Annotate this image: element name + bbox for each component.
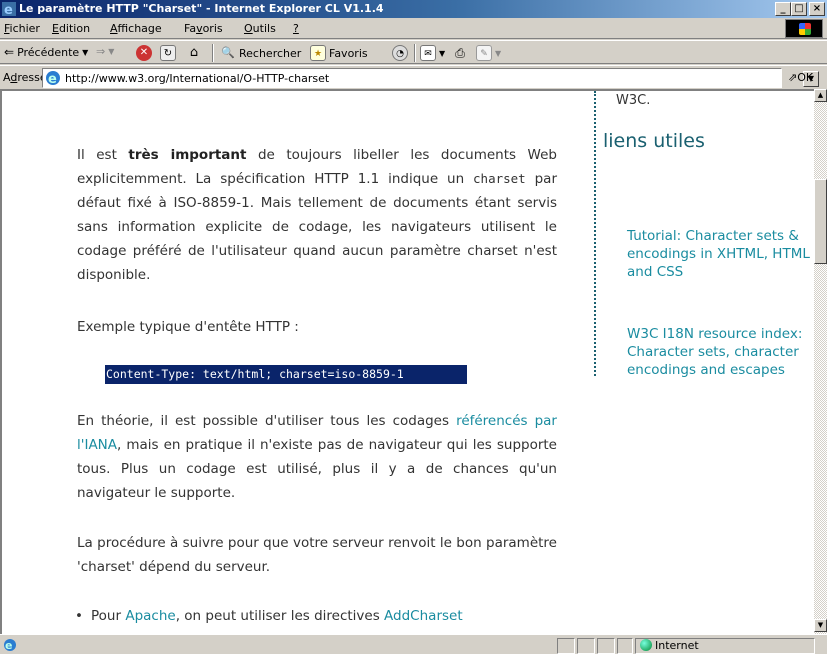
security-zone: Internet xyxy=(635,638,815,654)
menu-affichage[interactable]: Affichage xyxy=(110,22,162,35)
paragraph-iana: En théorie, il est possible d'utiliser t… xyxy=(77,413,557,501)
apache-link[interactable]: Apache xyxy=(125,608,175,624)
go-arrow-icon: ⇗ xyxy=(788,71,798,84)
code-example: Content-Type: text/html; charset=iso-885… xyxy=(105,365,467,384)
scroll-down-button[interactable]: ▼ xyxy=(814,619,827,632)
paragraph-charset-importance: Il est très important de toujours libell… xyxy=(77,147,558,283)
menu-favoris[interactable]: Favoris xyxy=(184,22,223,35)
close-button[interactable]: × xyxy=(809,2,825,16)
sidebar-link-resource-index[interactable]: W3C I18N resource index: Character sets,… xyxy=(627,325,817,379)
vertical-scrollbar[interactable]: ▲ ▼ xyxy=(814,89,827,634)
mail-button[interactable]: ✉ ▼ xyxy=(420,45,445,61)
chevron-down-icon: ▼ xyxy=(108,47,115,56)
window-title: Le paramètre HTTP "Charset" - Internet E… xyxy=(19,2,384,15)
chevron-down-icon: ▼ xyxy=(495,48,502,58)
paragraph-example-label: Exemple typique d'entête HTTP : xyxy=(77,319,299,335)
forward-button[interactable]: ⇒ ▼ xyxy=(96,45,114,58)
svg-text:e: e xyxy=(4,3,13,16)
scroll-up-button[interactable]: ▲ xyxy=(814,89,827,102)
sidebar: W3C. liens utiles Tutorial: Character se… xyxy=(594,91,824,379)
toolbar: ⇐ Précédente ▼ ⇒ ▼ ✕ ↻ ⌂ 🔍 Rechercher ★ … xyxy=(0,40,827,64)
print-button[interactable]: ⎙ xyxy=(452,45,468,61)
edit-icon: ✎ xyxy=(476,45,492,61)
favorites-icon: ★ xyxy=(310,45,326,61)
print-icon: ⎙ xyxy=(455,46,465,60)
paragraph-server-procedure: La procédure à suivre pour que votre ser… xyxy=(77,535,557,575)
address-bar: Adresse e http://www.w3.org/Internationa… xyxy=(0,65,827,89)
history-icon: ◔ xyxy=(392,45,408,61)
menu-fichier[interactable]: Fichier xyxy=(4,22,40,35)
page-status-icon: e xyxy=(4,639,16,652)
back-button[interactable]: ⇐ Précédente ▼ xyxy=(4,45,88,59)
favorites-button[interactable]: ★ Favoris xyxy=(310,45,368,61)
addcharset-link[interactable]: AddCharset xyxy=(384,608,463,624)
stop-icon: ✕ xyxy=(136,45,152,61)
status-cell xyxy=(577,638,595,654)
sidebar-title: liens utiles xyxy=(603,130,705,152)
maximize-button[interactable]: □ xyxy=(791,2,807,16)
status-cell xyxy=(597,638,615,654)
menu-edition[interactable]: Edition xyxy=(52,22,90,35)
go-button[interactable]: ⇗OK xyxy=(788,71,813,84)
chevron-down-icon: ▼ xyxy=(82,47,89,57)
list-item: Pour Apache, on peut utiliser les direct… xyxy=(75,604,463,628)
search-icon: 🔍 xyxy=(221,46,235,59)
minimize-button[interactable]: _ xyxy=(775,2,791,16)
svg-text:e: e xyxy=(48,72,57,86)
status-cell xyxy=(557,638,575,654)
mail-icon: ✉ xyxy=(420,45,436,61)
status-cell xyxy=(617,638,633,654)
menu-outils[interactable]: Outils xyxy=(244,22,276,35)
address-label: Adresse xyxy=(3,71,47,84)
page-icon: e xyxy=(46,71,60,86)
ie-icon: e xyxy=(2,2,16,16)
title-bar[interactable]: e Le paramètre HTTP "Charset" - Internet… xyxy=(0,0,827,18)
svg-text:e: e xyxy=(5,639,12,652)
home-button[interactable]: ⌂ xyxy=(186,45,202,61)
stop-button[interactable]: ✕ xyxy=(136,45,152,61)
history-button[interactable]: ◔ xyxy=(392,45,408,61)
scroll-thumb[interactable] xyxy=(814,179,827,264)
edit-button[interactable]: ✎ ▼ xyxy=(476,45,501,61)
menu-help[interactable]: ? xyxy=(293,22,299,35)
address-url: http://www.w3.org/International/O-HTTP-c… xyxy=(65,72,330,85)
page-content: Il est très important de toujours libell… xyxy=(0,89,827,634)
globe-icon xyxy=(640,639,652,651)
refresh-button[interactable]: ↻ xyxy=(160,45,176,61)
home-icon: ⌂ xyxy=(189,45,199,60)
back-arrow-icon: ⇐ xyxy=(4,45,15,59)
windows-logo-icon xyxy=(785,19,823,38)
refresh-icon: ↻ xyxy=(160,45,176,61)
chevron-down-icon: ▼ xyxy=(439,48,446,58)
menu-bar: Fichier Edition Affichage Favoris Outils… xyxy=(0,18,827,39)
status-bar: e Internet xyxy=(0,634,827,654)
forward-arrow-icon: ⇒ xyxy=(96,45,106,58)
address-input[interactable]: e http://www.w3.org/International/O-HTTP… xyxy=(42,68,819,88)
sidebar-top-text: W3C. xyxy=(616,93,651,108)
search-button[interactable]: 🔍 Rechercher xyxy=(220,45,301,61)
sidebar-link-tutorial[interactable]: Tutorial: Character sets & encodings in … xyxy=(627,227,817,281)
